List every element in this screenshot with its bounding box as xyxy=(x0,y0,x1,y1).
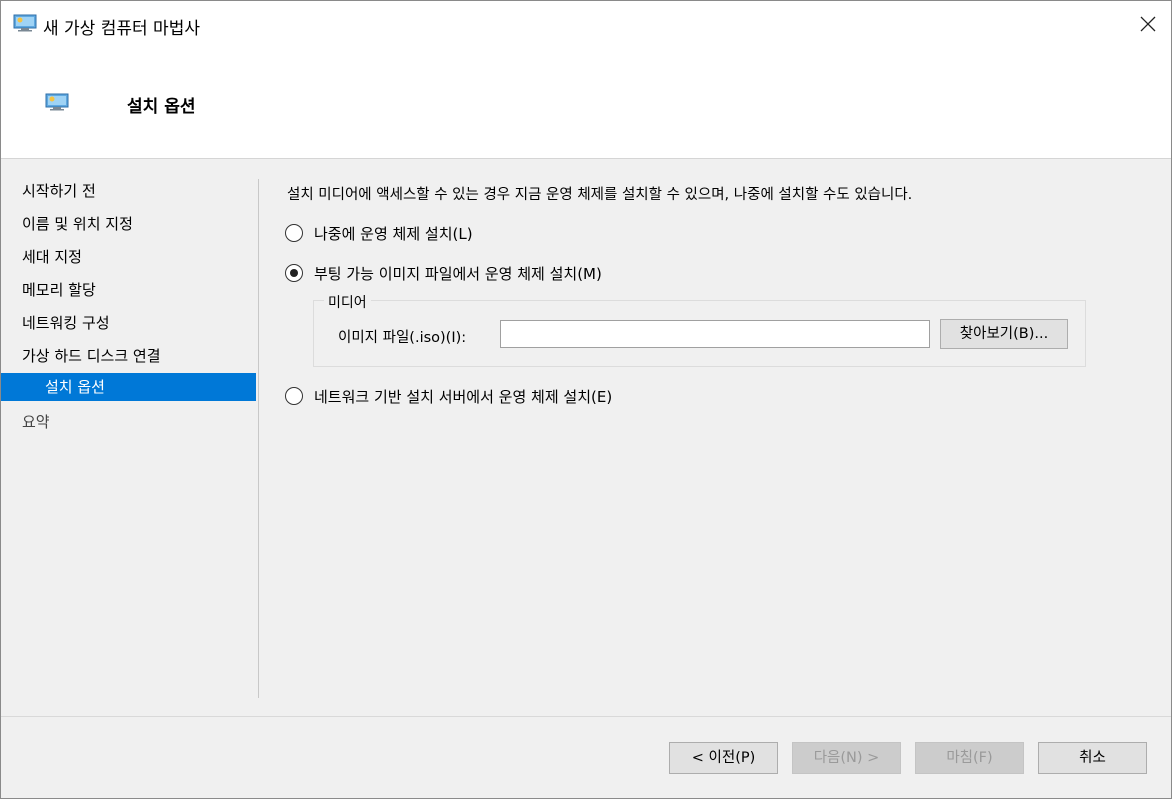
page-title: 설치 옵션 xyxy=(127,97,196,117)
cancel-button[interactable]: 취소 xyxy=(1038,742,1147,774)
close-icon xyxy=(1140,16,1156,32)
radio-button[interactable] xyxy=(285,264,303,282)
title-bar: 새 가상 컴퓨터 마법사 xyxy=(1,1,1171,49)
virtual-machine-icon xyxy=(45,93,69,111)
browse-button[interactable]: 찾아보기(B)... xyxy=(940,319,1068,349)
previous-button[interactable]: < 이전(P) xyxy=(669,742,778,774)
radio-button[interactable] xyxy=(285,224,303,242)
wizard-footer: < 이전(P) 다음(N) > 마침(F) 취소 xyxy=(1,717,1171,798)
nav-divider xyxy=(258,179,259,698)
radio-label: 부팅 가능 이미지 파일에서 운영 체제 설치(M) xyxy=(314,265,602,283)
nav-item-before-you-begin[interactable]: 시작하기 전 xyxy=(1,175,259,208)
intro-text: 설치 미디어에 액세스할 수 있는 경우 지금 운영 체제를 설치할 수 있으며… xyxy=(287,187,913,203)
media-group-legend: 미디어 xyxy=(324,292,371,312)
virtual-machine-icon xyxy=(13,14,37,32)
close-button[interactable] xyxy=(1125,1,1171,47)
nav-item-networking[interactable]: 네트워킹 구성 xyxy=(1,307,259,340)
nav-item-name-location[interactable]: 이름 및 위치 지정 xyxy=(1,208,259,241)
nav-item-summary[interactable]: 요약 xyxy=(1,406,259,439)
radio-checked-dot xyxy=(290,269,298,277)
finish-button[interactable]: 마침(F) xyxy=(915,742,1024,774)
wizard-body: 시작하기 전 이름 및 위치 지정 세대 지정 메모리 할당 네트워킹 구성 가… xyxy=(1,159,1171,716)
image-file-label: 이미지 파일(.iso)(I): xyxy=(338,330,467,346)
radio-label: 네트워크 기반 설치 서버에서 운영 체제 설치(E) xyxy=(314,388,613,406)
image-file-input[interactable] xyxy=(500,320,930,348)
next-button[interactable]: 다음(N) > xyxy=(792,742,901,774)
window-title: 새 가상 컴퓨터 마법사 xyxy=(43,19,200,39)
radio-label: 나중에 운영 체제 설치(L) xyxy=(314,225,473,243)
nav-item-virtual-hard-disk[interactable]: 가상 하드 디스크 연결 xyxy=(1,340,259,373)
wizard-window: 새 가상 컴퓨터 마법사 설치 옵션 시작하기 전 이름 및 위치 지정 세대 xyxy=(0,0,1172,799)
nav-item-generation[interactable]: 세대 지정 xyxy=(1,241,259,274)
page-header: 설치 옵션 xyxy=(1,49,1171,158)
nav-item-memory[interactable]: 메모리 할당 xyxy=(1,274,259,307)
radio-button[interactable] xyxy=(285,387,303,405)
media-group: 미디어 이미지 파일(.iso)(I): 찾아보기(B)... xyxy=(313,292,1086,367)
wizard-steps-nav: 시작하기 전 이름 및 위치 지정 세대 지정 메모리 할당 네트워킹 구성 가… xyxy=(1,175,259,439)
nav-item-installation-options[interactable]: 설치 옵션 xyxy=(1,373,256,401)
